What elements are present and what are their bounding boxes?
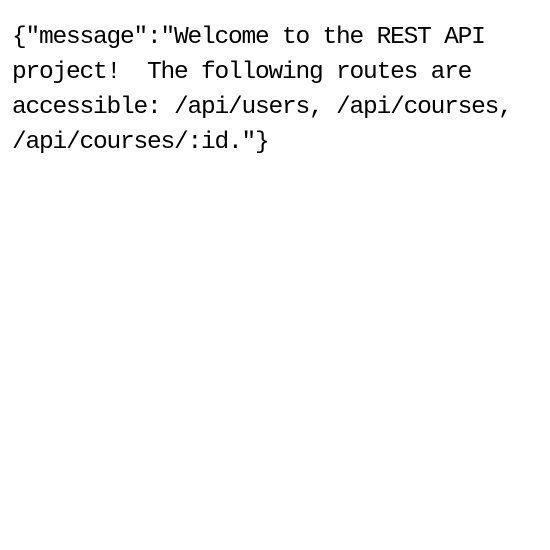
json-response-page: {"message":"Welcome to the REST API proj… (0, 0, 550, 550)
json-response-text: {"message":"Welcome to the REST API proj… (12, 24, 526, 156)
